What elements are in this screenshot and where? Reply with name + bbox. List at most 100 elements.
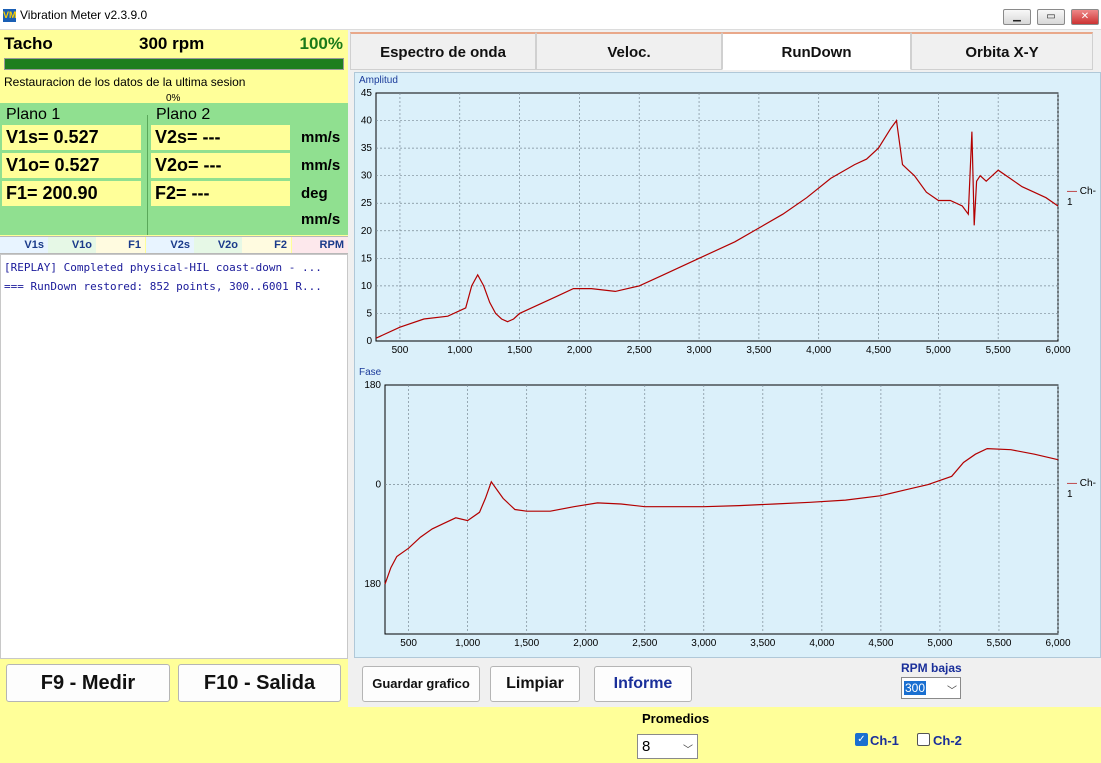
save-chart-button[interactable]: Guardar grafico [362,666,480,702]
value-chip-bar: V1s V1o F1 V2s V2o F2 RPM [0,236,348,254]
x-tick-label: 4,500 [866,345,891,356]
x-tick-label: 3,000 [687,345,712,356]
right-panel: Espectro de onda Veloc. RunDown Orbita X… [350,30,1101,707]
ch1-checkbox[interactable]: ✓ [855,733,868,746]
y-tick-label: 0 [366,336,372,347]
title-bar: VM Vibration Meter v2.3.9.0 ▁ ▭ ✕ [0,0,1101,30]
minimize-icon[interactable]: ▁ [1003,9,1031,25]
log-line: [REPLAY] Completed physical-HIL coast-do… [4,261,322,274]
app-logo-icon: VM [3,9,17,22]
rundown-charts: 500 1,000 1,500 2,000 2,500 3,000 3,500 4,000 4,… [361,88,1071,649]
f2-value: F2= --- [151,181,290,206]
log-panel[interactable]: [REPLAY] Completed physical-HIL coast-do… [0,254,348,659]
tacho-percent: 100% [299,34,343,53]
v1s-value: V1s= 0.527 [2,125,141,150]
chip-rpm[interactable]: RPM [292,237,348,253]
tacho-row: Tacho 300 rpm 100% [0,30,348,60]
tacho-progress-bar [4,58,344,70]
charts-area: 500 1,000 1,500 2,000 2,500 3,000 3,500 4,000 4,… [354,72,1101,658]
plot-area [375,92,1059,342]
rpm-low-label: RPM bajas [901,661,962,675]
clear-button[interactable]: Limpiar [490,666,580,702]
ch2-label: Ch-2 [933,733,962,748]
x-tick-label: 500 [392,345,409,356]
ch2-checkbox[interactable] [917,733,930,746]
f1-value: F1= 200.90 [2,181,141,206]
x-tick-label: 2,500 [627,345,652,356]
y-tick-label: 180 [364,380,381,391]
x-tick-label: 2,000 [573,638,598,649]
chip-v2s[interactable]: V2s [146,237,194,253]
amplitude-chart-title: Amplitud [359,75,398,86]
measure-button[interactable]: F9 - Medir [6,664,170,702]
x-tick-label: 1,000 [447,345,472,356]
y-tick-label: 25 [361,198,373,209]
chip-v1o[interactable]: V1o [48,237,96,253]
tacho-label: Tacho [4,34,53,53]
bottom-bar: Promedios 8 ﹀ ✓ Ch-1 Ch-2 [0,707,1101,763]
exit-button[interactable]: F10 - Salida [178,664,341,702]
chip-f1[interactable]: F1 [96,237,145,253]
x-tick-label: 4,000 [809,638,834,649]
x-tick-label: 5,000 [926,345,951,356]
unit-label: mm/s [301,157,341,174]
x-tick-label: 4,500 [868,638,893,649]
y-tick-label: 45 [361,88,373,99]
plane2-title: Plano 2 [156,106,211,123]
chip-f2[interactable]: F2 [242,237,291,253]
tab-orbita[interactable]: Orbita X-Y [911,32,1093,70]
x-tick-label: 6,000 [1045,345,1070,356]
unit-label: mm/s [301,129,341,146]
tacho-progress-fill [5,59,343,69]
rpm-low-select[interactable]: 300 ﹀ [901,677,961,699]
averages-label: Promedios [642,711,710,726]
tacho-rpm: 300 rpm [139,34,205,53]
log-line: === RunDown restored: 852 points, 300..6… [4,280,322,293]
chevron-down-icon: ﹀ [947,686,957,697]
report-button[interactable]: Informe [594,666,692,702]
y-tick-label: 30 [361,171,373,182]
x-tick-label: 2,500 [632,638,657,649]
rpm-low-value: 300 [904,681,927,695]
chip-v2o[interactable]: V2o [194,237,242,253]
x-tick-label: 3,000 [691,638,716,649]
x-tick-label: 5,000 [927,638,952,649]
chip-v1s[interactable]: V1s [0,237,48,253]
unit-label: deg [301,185,328,202]
x-tick-label: 1,500 [514,638,539,649]
x-tick-label: 6,000 [1045,638,1070,649]
chevron-down-icon: ﹀ [683,745,693,756]
averages-select[interactable]: 8 ﹀ [637,734,698,759]
window-title: Vibration Meter v2.3.9.0 [20,8,148,22]
averages-value: 8 [642,738,651,755]
unit-label: mm/s [301,211,341,228]
x-tick-label: 3,500 [746,345,771,356]
plane1-title: Plano 1 [6,106,61,123]
y-tick-label: 0 [375,480,381,491]
tab-espectro[interactable]: Espectro de onda [350,32,536,70]
y-tick-label: 10 [361,281,373,292]
x-tick-label: 1,500 [507,345,532,356]
v1o-value: V1o= 0.527 [2,153,141,178]
y-tick-label: 40 [361,116,373,127]
y-tick-label: 15 [361,253,373,264]
x-tick-label: 5,500 [986,638,1011,649]
left-panel: Tacho 300 rpm 100% Restauracion de los d… [0,30,348,707]
close-icon[interactable]: ✕ [1071,9,1099,25]
x-tick-label: 2,000 [567,345,592,356]
tab-rundown[interactable]: RunDown [722,32,911,70]
v2s-value: V2s= --- [151,125,290,150]
x-tick-label: 1,000 [455,638,480,649]
maximize-icon[interactable]: ▭ [1037,9,1065,25]
phase-chart-title: Fase [359,367,382,378]
x-tick-label: 5,500 [986,345,1011,356]
phase-legend: — Ch-1 [1067,478,1096,500]
plane-divider [147,115,148,235]
tab-veloc[interactable]: Veloc. [536,32,722,70]
v2o-value: V2o= --- [151,153,290,178]
planes-panel: Plano 1 Plano 2 V1s= 0.527 V1o= 0.527 F1… [0,103,348,235]
x-tick-label: 4,000 [806,345,831,356]
y-tick-label: 35 [361,143,373,154]
status-message: Restauracion de los datos de la ultima s… [4,75,246,89]
x-tick-label: 3,500 [750,638,775,649]
